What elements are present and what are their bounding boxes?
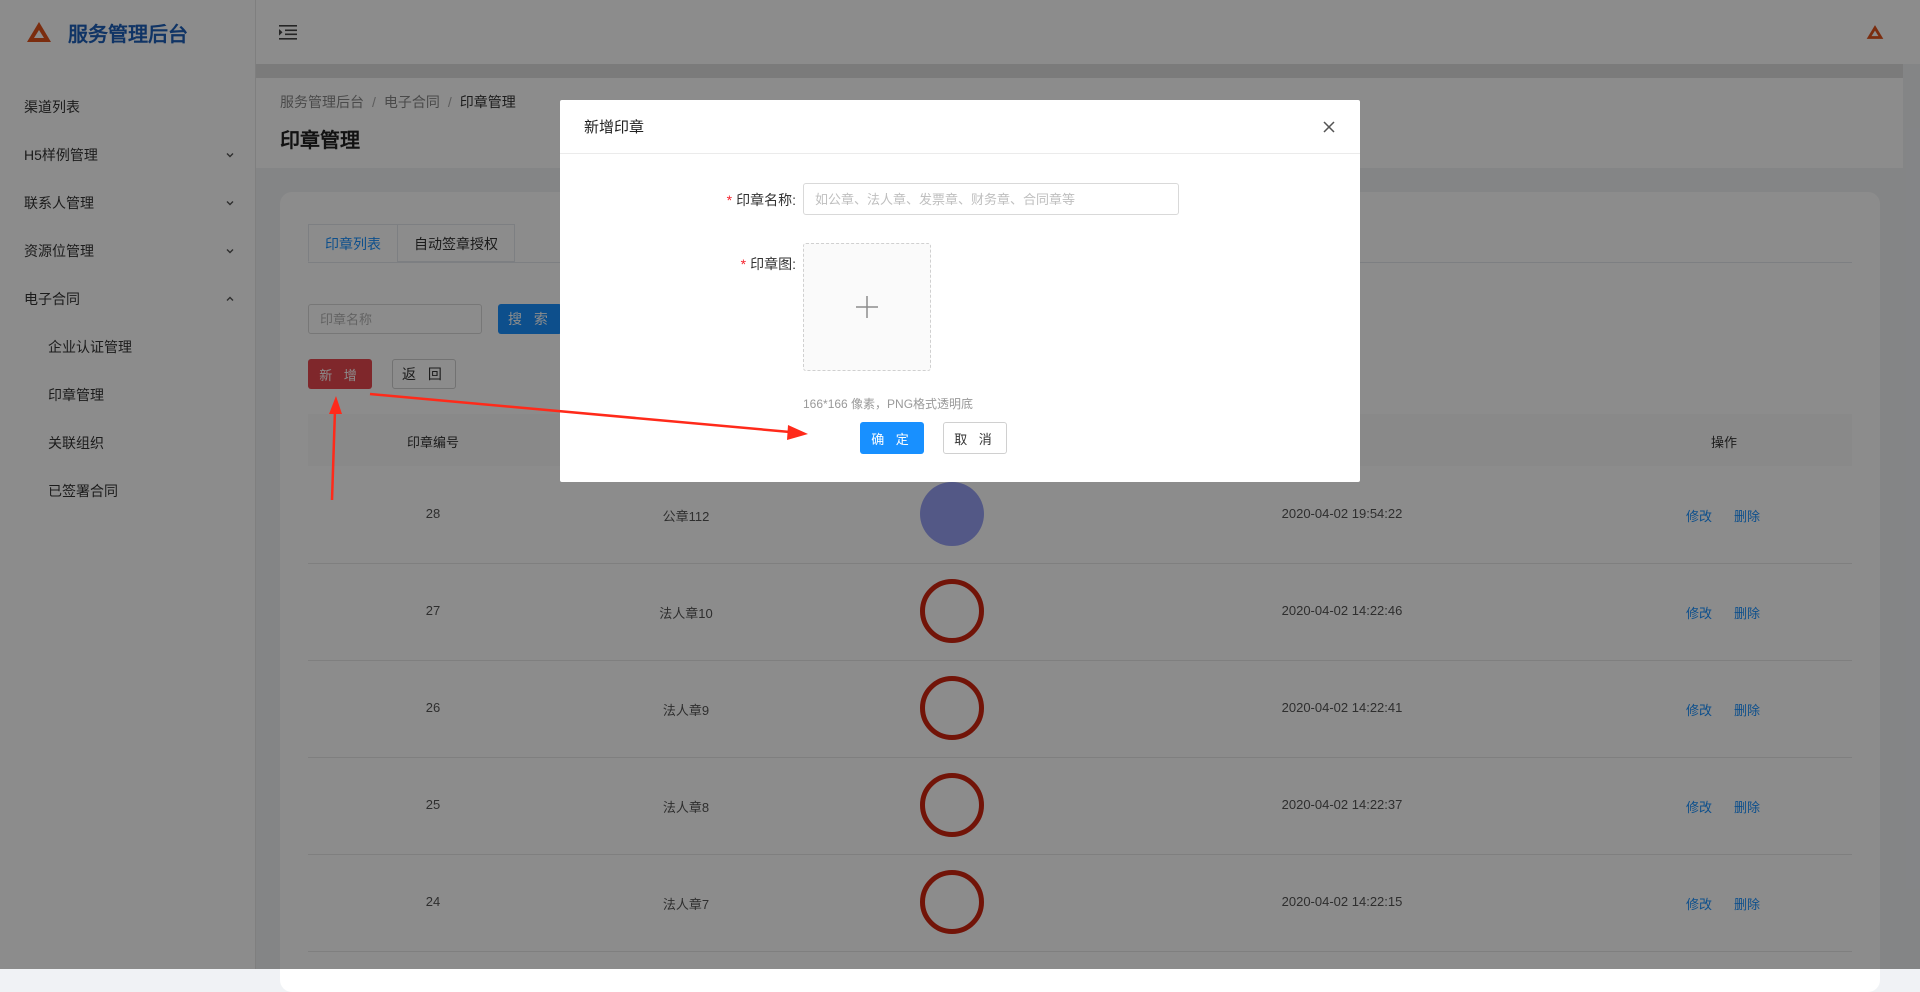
required-mark: * <box>726 192 733 208</box>
dialog-title: 新增印章 <box>584 119 645 136</box>
close-icon[interactable] <box>1322 120 1336 134</box>
upload-hint: 166*166 像素，PNG格式透明底 <box>803 397 974 411</box>
cancel-button[interactable]: 取 消 <box>943 422 1007 454</box>
seal-name-label-text: 印章名称: <box>736 192 796 208</box>
plus-icon <box>856 296 878 318</box>
seal-image-label-text: 印章图: <box>750 256 796 272</box>
seal-name-label: * 印章名称: <box>560 190 796 210</box>
required-mark: * <box>740 256 747 272</box>
seal-name-input[interactable] <box>803 183 1179 215</box>
add-seal-dialog: 新增印章 *印章名称: *印章图: 166*166 像素，PNG格式透明底 确 … <box>560 100 1360 482</box>
seal-image-label: * 印章图: <box>560 254 796 274</box>
confirm-button[interactable]: 确 定 <box>860 422 924 454</box>
dialog-header: 新增印章 <box>560 100 1360 154</box>
seal-image-uploader[interactable] <box>803 243 931 371</box>
